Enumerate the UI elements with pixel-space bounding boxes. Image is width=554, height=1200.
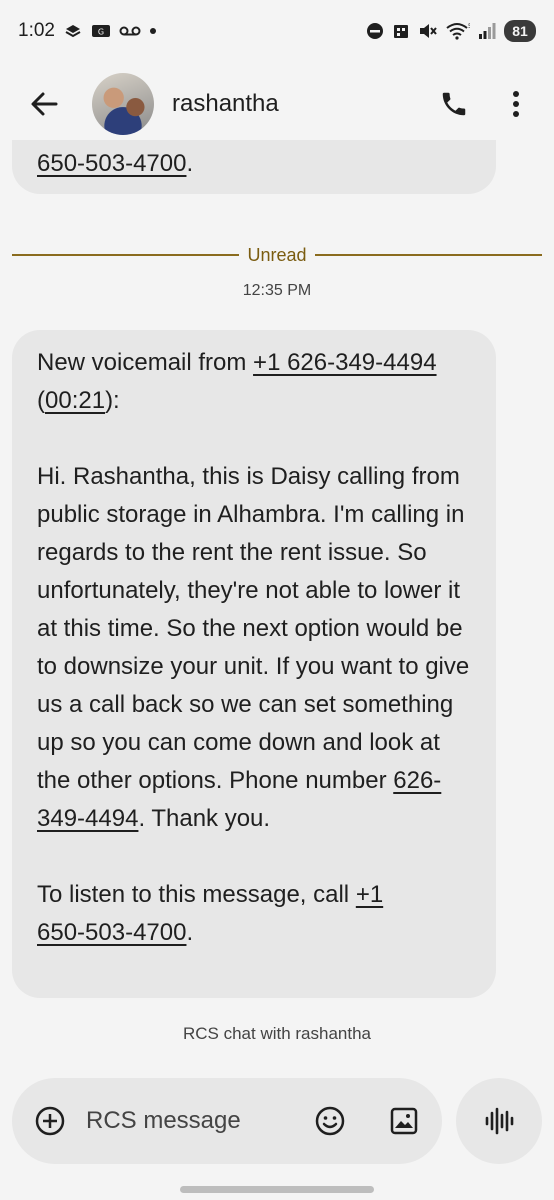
- previous-message-suffix: .: [186, 150, 194, 177]
- stack-notification-icon: [63, 21, 83, 41]
- do-not-disturb-icon: [366, 22, 384, 40]
- status-time: 1:02: [18, 20, 55, 41]
- emoji-icon: [315, 1106, 345, 1136]
- status-right: 5 81: [366, 20, 536, 42]
- gallery-button[interactable]: [386, 1103, 422, 1139]
- voicemail-notification-icon: [119, 24, 141, 38]
- add-circle-icon: [35, 1106, 65, 1136]
- message-timestamp: 12:35 PM: [242, 282, 312, 299]
- message-composer: [12, 1078, 442, 1164]
- back-arrow-icon: [31, 92, 58, 116]
- voicemail-transcript-text: Hi. Rashantha, this is Daisy calling fro…: [37, 463, 470, 794]
- data-saver-icon: [392, 22, 410, 40]
- phone-icon: [442, 92, 466, 116]
- cell-signal-icon: [478, 22, 496, 40]
- previous-message-bubble[interactable]: 650-503-4700.: [12, 140, 496, 194]
- duration-open: (: [37, 387, 45, 414]
- listen-suffix: .: [186, 919, 194, 946]
- contact-name[interactable]: rashantha: [172, 90, 414, 118]
- gesture-nav-handle[interactable]: [180, 1186, 374, 1193]
- svg-text:G: G: [98, 28, 104, 37]
- listen-number-link-part1[interactable]: +1: [356, 881, 383, 908]
- unread-label: Unread: [247, 244, 307, 265]
- wifi-icon: 5: [446, 22, 470, 40]
- audio-waveform-icon: [485, 1107, 514, 1135]
- voicemail-message-bubble[interactable]: New voicemail from +1 626-349-4494 (00:2…: [12, 330, 496, 998]
- voicemail-intro-prefix: New voicemail from: [37, 349, 254, 376]
- vibrate-mute-icon: [418, 22, 438, 40]
- back-button[interactable]: [24, 84, 64, 124]
- image-icon: [390, 1107, 418, 1135]
- svg-text:5: 5: [468, 23, 470, 30]
- caller-number-link[interactable]: +1 626-349-4494: [253, 349, 437, 376]
- listen-instructions: To listen to this message, call +1 650-50…: [37, 876, 476, 952]
- listen-prefix: To listen to this message, call: [37, 881, 356, 908]
- unread-divider: Unread: [12, 240, 543, 270]
- listen-number-link-part2[interactable]: 650-503-4700: [37, 919, 186, 946]
- status-left: 1:02 G: [18, 20, 157, 42]
- voicemail-transcript-suffix: . Thank you.: [138, 805, 271, 832]
- voicemail-transcript: Hi. Rashantha, this is Daisy calling fro…: [37, 458, 476, 838]
- battery-level: 81: [504, 20, 536, 42]
- duration-close: ):: [105, 387, 120, 414]
- more-vert-icon: [513, 91, 519, 117]
- voicemail-intro: New voicemail from +1 626-349-4494 (00:2…: [37, 344, 476, 420]
- previous-message-phone-link[interactable]: 650-503-4700: [37, 150, 186, 177]
- rcs-chat-label: RCS chat with rashantha: [182, 1024, 372, 1043]
- status-bar: 1:02 G 5 81: [0, 0, 554, 62]
- unread-divider-line-right: [314, 254, 543, 256]
- more-options-button[interactable]: [494, 82, 538, 126]
- voice-message-button[interactable]: [456, 1078, 542, 1164]
- contact-avatar[interactable]: [92, 73, 154, 135]
- gmail-notification-icon: G: [91, 23, 111, 39]
- conversation-header: rashantha: [0, 62, 554, 146]
- voicemail-duration-link[interactable]: 00:21: [45, 387, 105, 414]
- emoji-button[interactable]: [312, 1103, 348, 1139]
- call-button[interactable]: [432, 82, 476, 126]
- add-attachment-button[interactable]: [32, 1103, 68, 1139]
- unread-divider-line-left: [12, 254, 240, 256]
- more-notifications-dot-icon: [149, 27, 157, 35]
- message-input[interactable]: [86, 1107, 312, 1135]
